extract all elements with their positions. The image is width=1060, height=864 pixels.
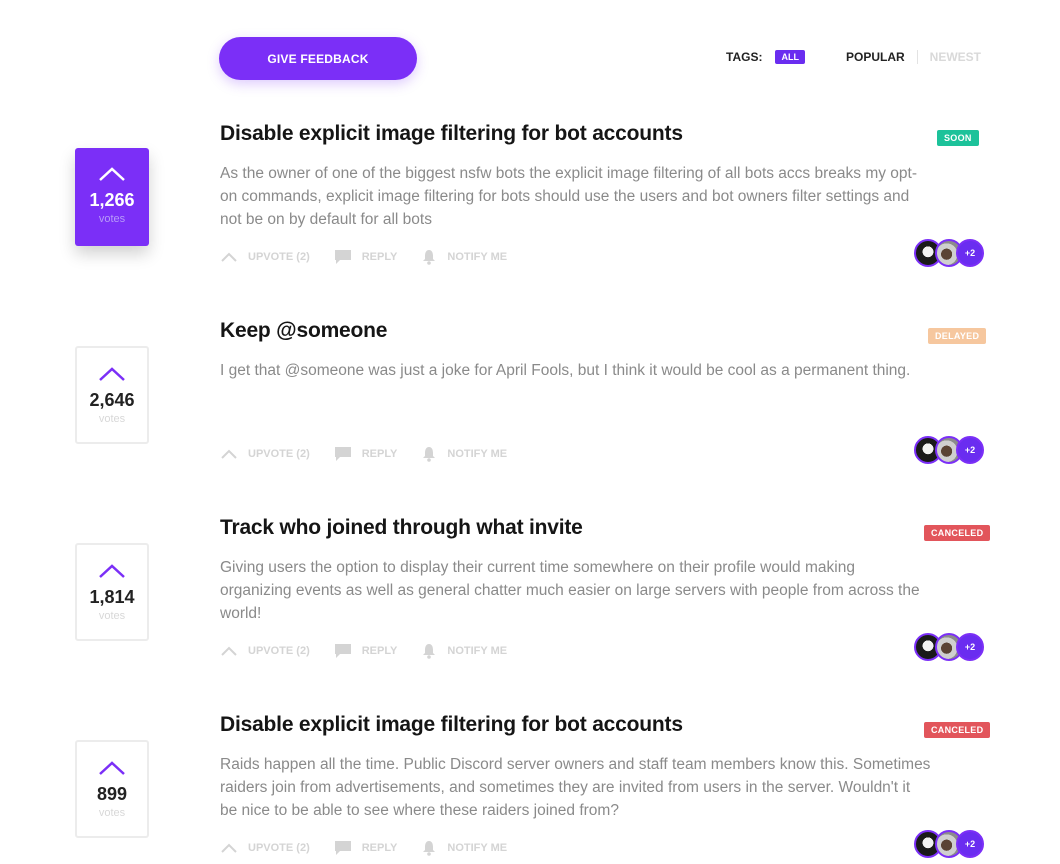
- feedback-post: 1,814 votes Track who joined through wha…: [0, 394, 1060, 661]
- notify-label: NOTIFY ME: [447, 842, 508, 854]
- more-avatars-count: +2: [956, 830, 984, 858]
- post-body-line: Raids happen all the time. Public Discor…: [220, 756, 931, 773]
- status-badge: DELAYED: [928, 328, 987, 344]
- post-body-line: raiders join from advertisements, and so…: [220, 779, 911, 796]
- post-actions: UPVOTE (2) REPLY NOTIFY ME: [220, 840, 531, 856]
- upvote-arrow-icon[interactable]: [97, 364, 127, 384]
- feedback-post: 899 votes Disable explicit image filteri…: [0, 591, 1060, 864]
- post-body: Raids happen all the time. Public Discor…: [220, 753, 990, 822]
- post-body-line: be nice to be able to see where these ra…: [220, 802, 619, 819]
- post-body-line: As the owner of one of the biggest nsfw …: [220, 165, 917, 182]
- upvote-arrow-icon[interactable]: [97, 164, 127, 184]
- upvote-arrow-icon[interactable]: [97, 758, 127, 778]
- chevron-up-icon: [221, 843, 237, 853]
- bell-icon: [423, 841, 436, 856]
- vote-count: 899: [96, 784, 128, 804]
- post-title[interactable]: Disable explicit image filtering for bot…: [220, 713, 683, 737]
- status-badge: CANCELED: [924, 722, 991, 738]
- post-title[interactable]: Disable explicit image filtering for bot…: [220, 122, 683, 146]
- post-body: I get that @someone was just a joke for …: [220, 359, 990, 382]
- vote-box[interactable]: 899 votes: [75, 740, 149, 838]
- feedback-post: 1,266 votes Disable explicit image filte…: [0, 0, 1060, 267]
- upvote-label: UPVOTE (2): [248, 842, 310, 854]
- upvote-action[interactable]: UPVOTE (2): [220, 842, 310, 854]
- status-badge: SOON: [937, 130, 979, 146]
- post-title[interactable]: Keep @someone: [220, 319, 387, 343]
- votes-label: votes: [98, 807, 126, 819]
- feedback-post: 2,646 votes Keep @someone DELAYED I get …: [0, 197, 1060, 464]
- post-body-line: Giving users the option to display their…: [220, 559, 855, 576]
- comment-icon: [334, 841, 351, 855]
- reply-label: REPLY: [361, 842, 398, 854]
- upvote-arrow-icon[interactable]: [97, 561, 127, 581]
- post-title[interactable]: Track who joined through what invite: [220, 516, 583, 540]
- voter-avatars[interactable]: +2: [914, 830, 984, 858]
- status-badge: CANCELED: [924, 525, 991, 541]
- reply-action[interactable]: REPLY: [334, 840, 398, 856]
- post-body-line: I get that @someone was just a joke for …: [220, 362, 911, 379]
- notify-action[interactable]: NOTIFY ME: [421, 840, 507, 856]
